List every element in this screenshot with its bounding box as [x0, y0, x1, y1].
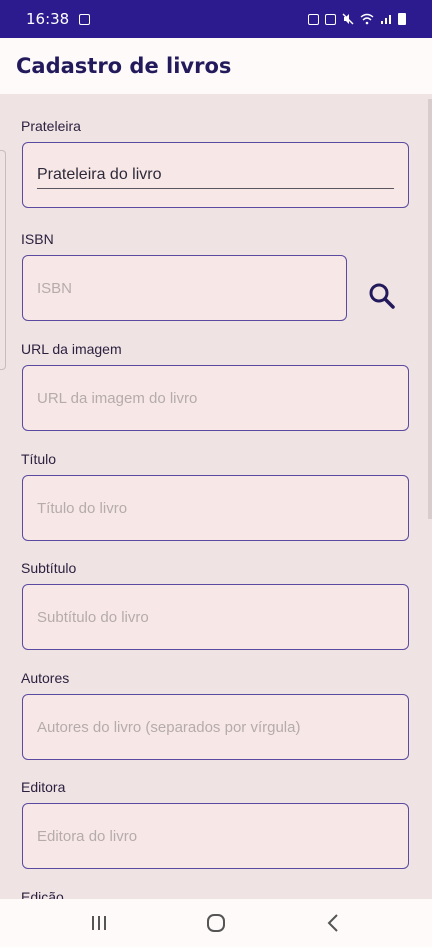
- shelf-field[interactable]: Prateleira do livro: [22, 142, 409, 208]
- back-button[interactable]: [313, 903, 353, 943]
- home-icon: [206, 914, 225, 932]
- scrollbar[interactable]: [428, 99, 432, 519]
- form-container[interactable]: Prateleira Prateleira do livro ISBN ISBN…: [0, 94, 432, 899]
- notification-icon: [308, 13, 319, 25]
- title-label: Título: [21, 451, 57, 467]
- battery-icon: [398, 13, 406, 25]
- authors-placeholder: Autores do livro (separados por vírgula): [37, 718, 301, 736]
- side-drawer-handle[interactable]: [0, 150, 6, 370]
- isbn-search-button[interactable]: [362, 276, 402, 316]
- status-left: 16:38: [26, 10, 91, 28]
- status-right: [308, 13, 406, 25]
- mute-icon: [342, 13, 354, 25]
- subtitle-label: Subtítulo: [21, 560, 77, 576]
- status-time: 16:38: [26, 10, 70, 28]
- authors-field[interactable]: Autores do livro (separados por vírgula): [22, 694, 409, 760]
- image-url-placeholder: URL da imagem do livro: [37, 389, 198, 407]
- screen-record-icon: [79, 13, 91, 25]
- search-icon: [369, 283, 395, 309]
- shelf-underline: [37, 187, 394, 189]
- home-button[interactable]: [196, 903, 236, 943]
- publisher-field[interactable]: Editora do livro: [22, 803, 409, 869]
- recent-apps-button[interactable]: [79, 903, 119, 943]
- subtitle-field[interactable]: Subtítulo do livro: [22, 584, 409, 650]
- title-field[interactable]: Título do livro: [22, 475, 409, 541]
- shelf-value: Prateleira do livro: [37, 166, 162, 183]
- image-url-label: URL da imagem: [21, 341, 122, 357]
- wifi-icon: [360, 13, 374, 25]
- title-placeholder: Título do livro: [37, 499, 128, 517]
- isbn-field[interactable]: ISBN: [22, 255, 347, 321]
- alarm-icon: [325, 13, 336, 25]
- back-icon: [327, 914, 339, 932]
- status-bar: 16:38: [0, 0, 432, 38]
- shelf-label: Prateleira: [21, 118, 81, 134]
- isbn-label: ISBN: [21, 231, 54, 247]
- publisher-label: Editora: [21, 779, 66, 795]
- app-bar: Cadastro de livros: [0, 38, 432, 94]
- recent-apps-icon: [91, 916, 106, 930]
- image-url-field[interactable]: URL da imagem do livro: [22, 365, 409, 431]
- authors-label: Autores: [21, 670, 70, 686]
- isbn-placeholder: ISBN: [37, 279, 73, 297]
- system-nav-bar: [0, 899, 432, 947]
- publisher-placeholder: Editora do livro: [37, 827, 138, 845]
- edition-label: Edição: [21, 889, 64, 899]
- signal-icon: [381, 15, 391, 24]
- subtitle-placeholder: Subtítulo do livro: [37, 608, 149, 626]
- page-title: Cadastro de livros: [16, 54, 232, 78]
